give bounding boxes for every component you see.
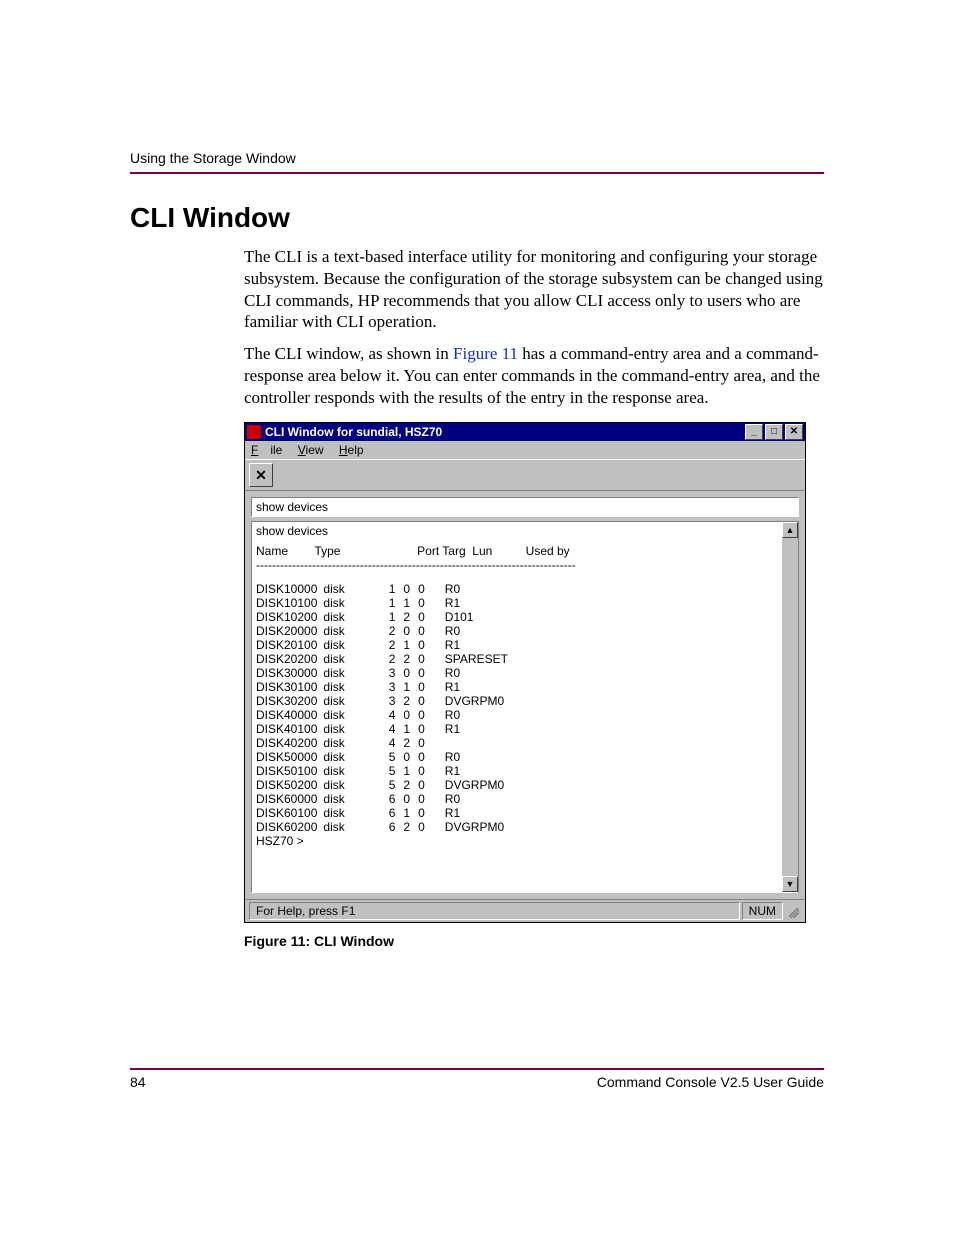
table-row: DISK10000disk100R0 <box>256 582 514 596</box>
output-columns: Name Type Port Targ Lun Used by <box>256 544 778 558</box>
table-row: DISK20200disk220SPARESET <box>256 652 514 666</box>
page-footer: 84 Command Console V2.5 User Guide <box>130 1068 824 1090</box>
table-row: DISK40100disk410R1 <box>256 722 514 736</box>
table-row: DISK60200disk620DVGRPM0 <box>256 820 514 834</box>
menu-file[interactable]: File <box>251 443 282 457</box>
page-number: 84 <box>130 1074 146 1090</box>
table-row: DISK50200disk520DVGRPM0 <box>256 778 514 792</box>
paragraph-2a: The CLI window, as shown in <box>244 344 453 363</box>
table-row: DISK20000disk200R0 <box>256 624 514 638</box>
book-title: Command Console V2.5 User Guide <box>597 1074 824 1090</box>
cli-window: CLI Window for sundial, HSZ70 _ □ ✕ File… <box>244 422 806 923</box>
vertical-scrollbar[interactable]: ▲ ▼ <box>782 521 799 893</box>
resize-grip-icon[interactable] <box>785 902 801 920</box>
table-row: DISK10100disk110R1 <box>256 596 514 610</box>
scroll-up-icon[interactable]: ▲ <box>782 522 798 538</box>
figure-caption: Figure 11: CLI Window <box>244 933 824 949</box>
table-row: DISK40000disk400R0 <box>256 708 514 722</box>
toolbar: ✕ <box>245 459 805 491</box>
table-row: DISK40200disk420 <box>256 736 514 750</box>
menubar: File View Help <box>245 441 805 459</box>
output-echo: show devices <box>256 524 778 538</box>
status-num: NUM <box>742 902 783 920</box>
close-button[interactable]: ✕ <box>785 424 803 440</box>
table-row: DISK50000disk500R0 <box>256 750 514 764</box>
maximize-button[interactable]: □ <box>765 424 783 440</box>
table-row: DISK30000disk300R0 <box>256 666 514 680</box>
figure-xref[interactable]: Figure 11 <box>453 344 518 363</box>
scroll-down-icon[interactable]: ▼ <box>782 876 798 892</box>
window-title: CLI Window for sundial, HSZ70 <box>265 425 745 439</box>
app-icon <box>247 425 261 439</box>
command-input[interactable]: show devices <box>251 497 799 517</box>
footer-rule <box>130 1068 824 1070</box>
table-row: DISK30100disk310R1 <box>256 680 514 694</box>
table-row: DISK10200disk120D101 <box>256 610 514 624</box>
menu-help[interactable]: Help <box>339 443 364 457</box>
toolbar-close-button[interactable]: ✕ <box>249 463 273 487</box>
running-head: Using the Storage Window <box>130 150 824 166</box>
minimize-button[interactable]: _ <box>745 424 763 440</box>
device-table: DISK10000disk100R0DISK10100disk110R1DISK… <box>256 582 514 834</box>
titlebar[interactable]: CLI Window for sundial, HSZ70 _ □ ✕ <box>245 423 805 441</box>
command-output: show devices Name Type Port Targ Lun Use… <box>251 521 782 893</box>
table-row: DISK60100disk610R1 <box>256 806 514 820</box>
status-help: For Help, press F1 <box>249 902 740 920</box>
table-row: DISK60000disk600R0 <box>256 792 514 806</box>
menu-view[interactable]: View <box>298 443 324 457</box>
statusbar: For Help, press F1 NUM <box>245 899 805 922</box>
cli-prompt: HSZ70 > <box>256 834 778 848</box>
table-row: DISK20100disk210R1 <box>256 638 514 652</box>
paragraph-1: The CLI is a text-based interface utilit… <box>130 246 824 333</box>
table-row: DISK50100disk510R1 <box>256 764 514 778</box>
header-rule <box>130 172 824 174</box>
paragraph-2: The CLI window, as shown in Figure 11 ha… <box>130 343 824 408</box>
output-divider: ----------------------------------------… <box>256 558 778 572</box>
table-row: DISK30200disk320DVGRPM0 <box>256 694 514 708</box>
section-title: CLI Window <box>130 202 824 234</box>
